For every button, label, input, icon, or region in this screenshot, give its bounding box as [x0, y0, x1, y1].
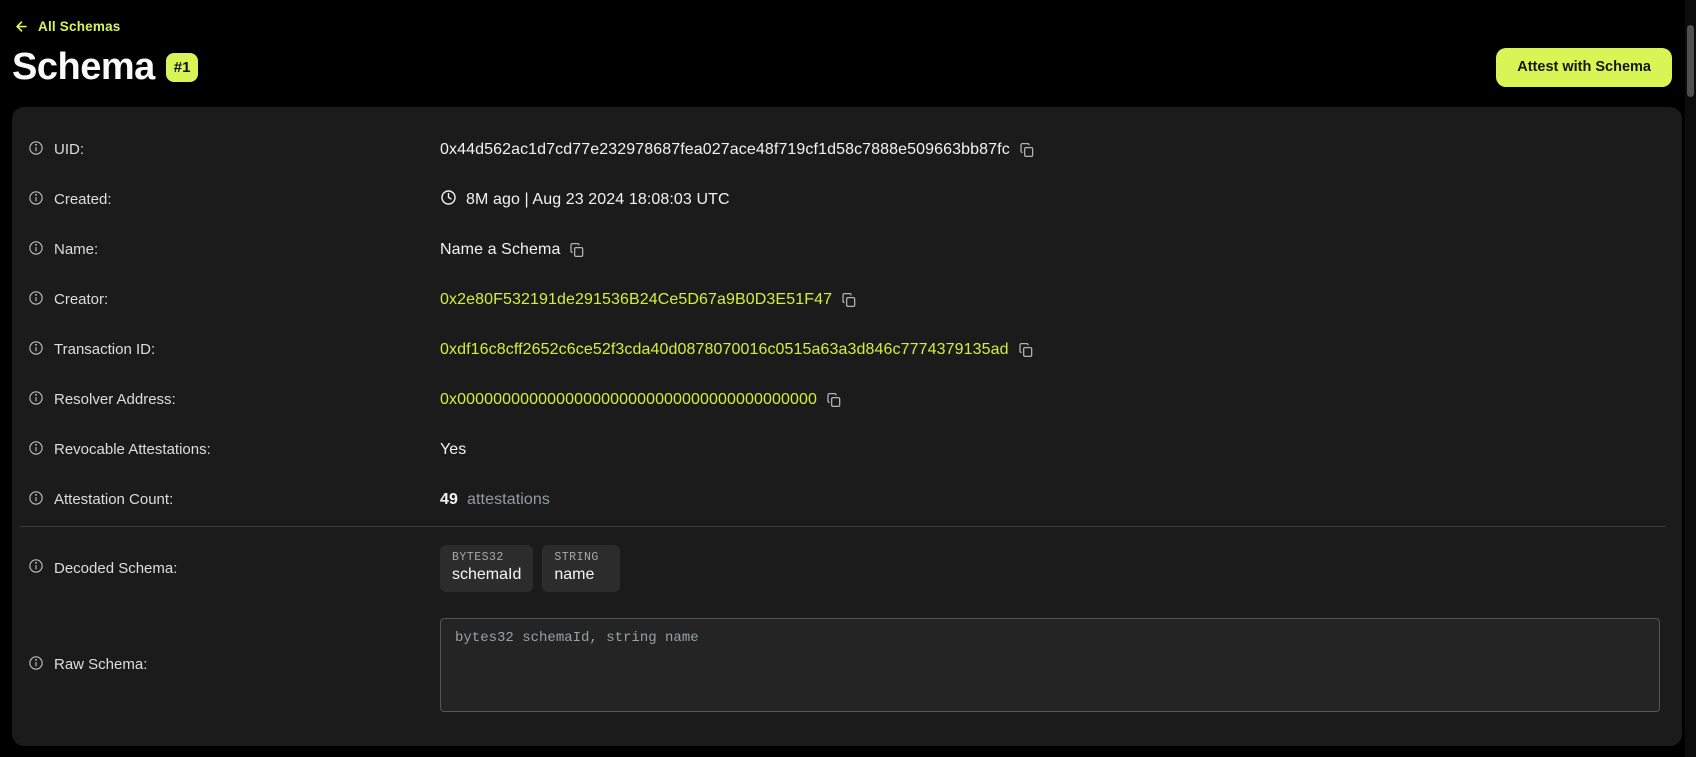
schema-details-card: UID: 0x44d562ac1d7cd77e232978687fea027ac… — [12, 107, 1682, 746]
copy-icon[interactable] — [1018, 342, 1034, 358]
revocable-value: Yes — [440, 441, 466, 459]
clock-icon — [440, 189, 457, 211]
page-title: Schema — [12, 48, 155, 86]
detail-row-resolver: Resolver Address: 0x00000000000000000000… — [28, 375, 1660, 425]
detail-row-revocable: Revocable Attestations: Yes — [28, 425, 1660, 475]
uid-value: 0x44d562ac1d7cd77e232978687fea027ace48f7… — [440, 141, 1010, 159]
detail-row-name: Name: Name a Schema — [28, 225, 1660, 275]
schema-name-value: Name a Schema — [440, 241, 560, 259]
detail-row-uid: UID: 0x44d562ac1d7cd77e232978687fea027ac… — [28, 125, 1660, 175]
copy-icon[interactable] — [841, 292, 857, 308]
detail-label: Attestation Count: — [54, 491, 173, 508]
detail-label: Transaction ID: — [54, 341, 155, 358]
back-to-all-schemas-link[interactable]: All Schemas — [14, 19, 121, 34]
detail-row-attestation-count: Attestation Count: 49 attestations — [28, 475, 1660, 525]
detail-label: Name: — [54, 241, 98, 258]
attest-with-schema-button[interactable]: Attest with Schema — [1496, 48, 1672, 87]
info-icon — [28, 390, 44, 410]
raw-schema-textarea[interactable]: bytes32 schemaId, string name — [440, 618, 1660, 712]
section-divider — [20, 526, 1666, 527]
arrow-left-icon — [14, 19, 29, 34]
back-link-label: All Schemas — [38, 19, 121, 34]
creator-address-link[interactable]: 0x2e80F532191de291536B24Ce5D67a9B0D3E51F… — [440, 291, 832, 309]
info-icon — [28, 440, 44, 460]
detail-label: Raw Schema: — [54, 656, 147, 673]
schema-number-badge: #1 — [166, 53, 199, 82]
detail-row-created: Created: 8M ago | Aug 23 2024 18:08:03 U… — [28, 175, 1660, 225]
attestation-count-value: 49 — [440, 491, 458, 509]
info-icon — [28, 490, 44, 510]
info-icon — [28, 240, 44, 260]
title-group: Schema #1 — [12, 48, 1496, 86]
info-icon — [28, 140, 44, 160]
field-type: STRING — [554, 551, 608, 564]
transaction-id-link[interactable]: 0xdf16c8cff2652c6ce52f3cda40d0878070016c… — [440, 341, 1009, 359]
resolver-address-link[interactable]: 0x00000000000000000000000000000000000000… — [440, 391, 817, 409]
detail-row-decoded-schema: Decoded Schema: BYTES32 schemaId STRING … — [28, 545, 1660, 592]
detail-label: Decoded Schema: — [54, 560, 177, 577]
detail-label: Created: — [54, 191, 112, 208]
detail-label: Creator: — [54, 291, 108, 308]
schema-detail-page: { "colors": { "accent": "#d7f655", "link… — [0, 0, 1696, 757]
info-icon — [28, 655, 44, 675]
field-type: BYTES32 — [452, 551, 521, 564]
topbar: All Schemas — [0, 0, 1696, 39]
attestations-link[interactable]: attestations — [467, 491, 550, 509]
info-icon — [28, 190, 44, 210]
info-icon — [28, 558, 44, 578]
schema-field-chip: STRING name — [542, 545, 620, 592]
schema-field-chip: BYTES32 schemaId — [440, 545, 533, 592]
info-icon — [28, 290, 44, 310]
copy-icon[interactable] — [1019, 142, 1035, 158]
detail-label: UID: — [54, 141, 84, 158]
created-value: 8M ago | Aug 23 2024 18:08:03 UTC — [466, 191, 730, 209]
title-row: Schema #1 Attest with Schema — [12, 48, 1672, 87]
info-icon — [28, 340, 44, 360]
copy-icon[interactable] — [826, 392, 842, 408]
detail-label: Resolver Address: — [54, 391, 176, 408]
decoded-schema-fields: BYTES32 schemaId STRING name — [440, 545, 620, 592]
scrollbar-track — [1685, 0, 1696, 757]
scrollbar-thumb[interactable] — [1687, 25, 1694, 97]
detail-row-raw-schema: Raw Schema: bytes32 schemaId, string nam… — [28, 618, 1660, 712]
detail-row-creator: Creator: 0x2e80F532191de291536B24Ce5D67a… — [28, 275, 1660, 325]
field-name: schemaId — [452, 566, 521, 584]
detail-row-transaction-id: Transaction ID: 0xdf16c8cff2652c6ce52f3c… — [28, 325, 1660, 375]
copy-icon[interactable] — [569, 242, 585, 258]
detail-label: Revocable Attestations: — [54, 441, 211, 458]
field-name: name — [554, 566, 608, 584]
